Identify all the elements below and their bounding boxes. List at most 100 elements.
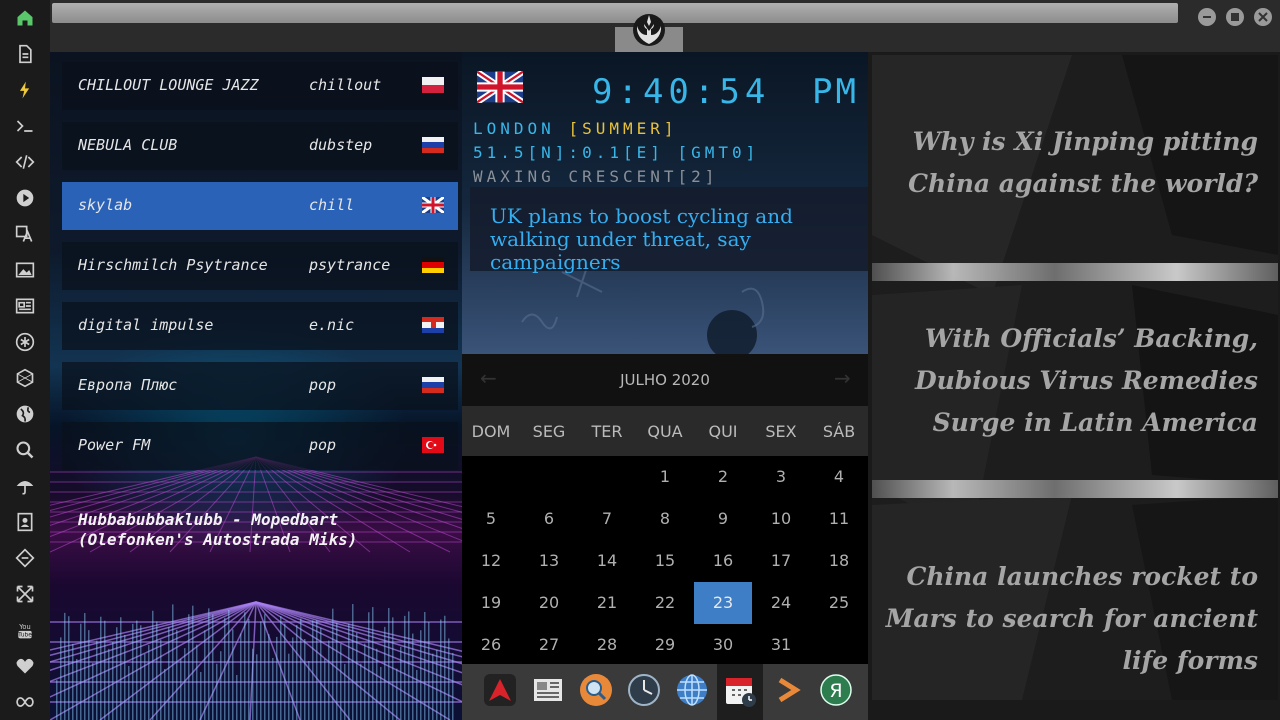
calendar-day[interactable]: 15 [636, 540, 694, 582]
clock-ampm: PM [812, 72, 859, 112]
calendar-day[interactable]: 4 [810, 456, 868, 498]
news-ticker[interactable]: UK plans to boost cycling and walking un… [470, 187, 868, 274]
image-icon[interactable] [13, 258, 37, 282]
station-item[interactable]: CHILLOUT LOUNGE JAZZ chillout [62, 62, 458, 110]
uk-flag-icon [422, 197, 444, 213]
svg-text:Я: Я [829, 680, 842, 702]
calendar-day[interactable]: 7 [578, 498, 636, 540]
umbrella-icon[interactable] [13, 474, 37, 498]
maximize-icon [1231, 13, 1239, 21]
weekday-label: SEX [765, 422, 797, 441]
next-month-icon[interactable]: → [834, 366, 851, 390]
top-bar [50, 0, 1280, 52]
weekday-label: QUI [708, 422, 738, 441]
croatia-flag-icon [422, 317, 444, 333]
hexagon-icon[interactable] [13, 366, 37, 390]
calendar-day[interactable]: 11 [810, 498, 868, 540]
calendar-day[interactable]: 20 [520, 582, 578, 624]
calendar-day-today[interactable]: 23 [694, 582, 752, 624]
calendar-day[interactable]: 8 [636, 498, 694, 540]
close-button[interactable] [1254, 8, 1272, 26]
station-item[interactable]: NEBULA CLUB dubstep [62, 122, 458, 170]
calendar-day[interactable]: 3 [752, 456, 810, 498]
arch-app-icon[interactable] [482, 672, 518, 708]
calendar-day[interactable]: 22 [636, 582, 694, 624]
weekday-label: SEG [532, 422, 566, 441]
headline-1[interactable]: Why is Xi Jinping pitting China against … [878, 121, 1258, 205]
station-genre: chillout [309, 76, 382, 94]
russia-flag-icon [422, 137, 444, 153]
calendar-day[interactable]: 6 [520, 498, 578, 540]
calendar-day[interactable]: 16 [694, 540, 752, 582]
lightning-icon[interactable] [13, 78, 37, 102]
calendar-day[interactable]: 21 [578, 582, 636, 624]
calendar-day[interactable]: 12 [462, 540, 520, 582]
play-icon[interactable] [13, 186, 37, 210]
calendar-day[interactable]: 25 [810, 582, 868, 624]
globe-app-icon[interactable] [674, 672, 710, 708]
calendar-day[interactable]: 13 [520, 540, 578, 582]
weekday-label: TER [591, 422, 623, 441]
station-item[interactable]: Hirschmilch Psytrance psytrance [62, 242, 458, 290]
infinity-icon[interactable] [13, 690, 37, 714]
turkey-flag-icon [422, 437, 444, 453]
calendar-day[interactable]: 14 [578, 540, 636, 582]
headline-2[interactable]: With Officials’ Backing, Dubious Virus R… [878, 318, 1258, 444]
station-item[interactable]: Power FM pop [62, 422, 458, 470]
calendar-weekdays: DOM SEG TER QUA QUI SEX SÁB [462, 406, 868, 456]
asterisk-icon[interactable] [13, 330, 37, 354]
heart-icon[interactable] [13, 654, 37, 678]
top-address-bar[interactable] [52, 3, 1178, 23]
calendar-day[interactable]: 19 [462, 582, 520, 624]
search-app-icon[interactable] [578, 672, 614, 708]
germany-flag-icon [422, 257, 444, 273]
news-reader-icon[interactable] [530, 672, 566, 708]
calendar-day[interactable]: 2 [694, 456, 752, 498]
expand-icon[interactable] [13, 582, 37, 606]
station-name: skylab [78, 196, 133, 214]
calendar-day[interactable]: 24 [752, 582, 810, 624]
app-sidebar: You Tube [0, 0, 50, 720]
weekday-label: SÁB [822, 422, 856, 441]
minimize-icon [1203, 16, 1211, 18]
newspaper-icon[interactable] [13, 294, 37, 318]
calendar-day[interactable]: 5 [462, 498, 520, 540]
station-name: Европа Плюс [78, 376, 178, 394]
calendar-day[interactable]: 30 [694, 624, 752, 666]
yandex-icon[interactable]: Я [818, 672, 854, 708]
search-icon[interactable] [13, 438, 37, 462]
document-icon[interactable] [13, 42, 37, 66]
calendar-day[interactable]: 17 [752, 540, 810, 582]
headline-3[interactable]: China launches rocket to Mars to search … [878, 556, 1258, 682]
calendar-day[interactable]: 27 [520, 624, 578, 666]
calendar-day[interactable]: 31 [752, 624, 810, 666]
maximize-button[interactable] [1226, 8, 1244, 26]
clock-season: [SUMMER] [568, 119, 678, 138]
calendar-day[interactable]: 10 [752, 498, 810, 540]
terminal-app-icon[interactable] [770, 672, 806, 708]
clock-app-icon[interactable] [626, 672, 662, 708]
calendar-app-icon[interactable] [722, 672, 758, 708]
translate-icon[interactable] [13, 222, 37, 246]
station-genre: dubstep [309, 136, 373, 154]
calendar-day[interactable]: 18 [810, 540, 868, 582]
moon-phase: WAXING CRESCENT[2] [473, 167, 719, 186]
youtube-icon[interactable]: You Tube [13, 618, 37, 642]
svg-text:Tube: Tube [17, 633, 32, 639]
calendar-day[interactable]: 1 [636, 456, 694, 498]
minimize-button[interactable] [1198, 8, 1216, 26]
calendar-day[interactable]: 29 [636, 624, 694, 666]
station-item[interactable]: skylab chill [62, 182, 458, 230]
code-icon[interactable] [13, 150, 37, 174]
contact-icon[interactable] [13, 510, 37, 534]
tag-icon[interactable] [13, 546, 37, 570]
calendar-day[interactable]: 26 [462, 624, 520, 666]
station-item[interactable]: Европа Плюс pop [62, 362, 458, 410]
home-icon[interactable] [13, 6, 37, 30]
calendar-day[interactable]: 9 [694, 498, 752, 540]
globe-icon[interactable] [13, 402, 37, 426]
station-item[interactable]: digital impulse e.nic [62, 302, 458, 350]
rebel-alliance-icon [633, 14, 665, 46]
terminal-icon[interactable] [13, 114, 37, 138]
calendar-day[interactable]: 28 [578, 624, 636, 666]
